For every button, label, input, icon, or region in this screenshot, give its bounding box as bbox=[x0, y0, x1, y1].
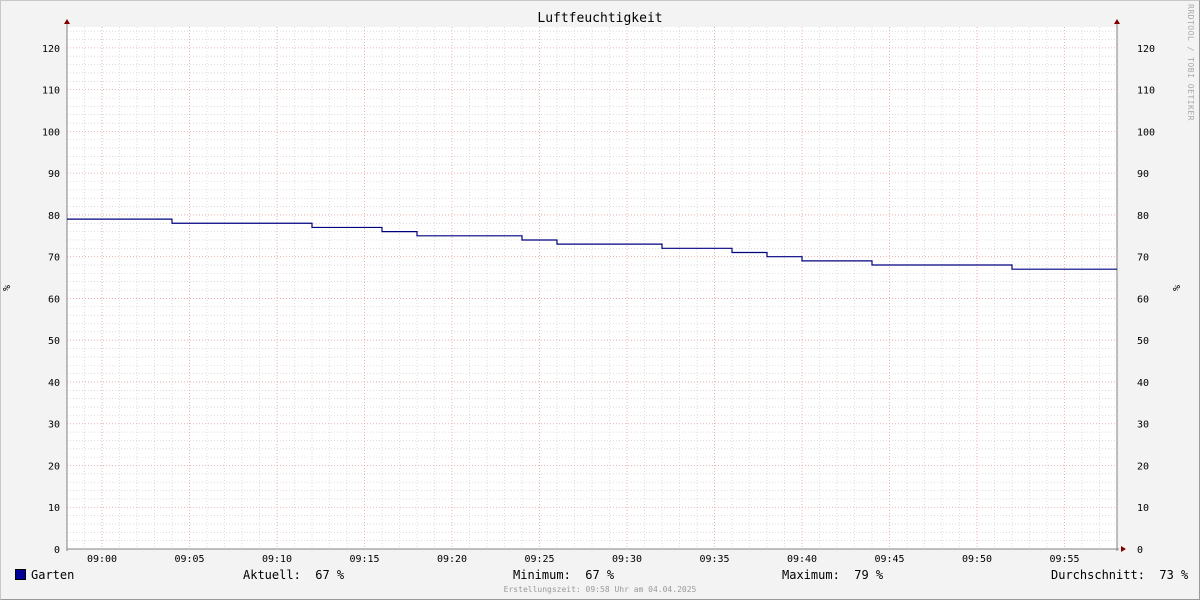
legend-min-label: Minimum: bbox=[513, 568, 571, 582]
x-tick-label: 09:45 bbox=[874, 554, 904, 565]
legend-avg-label: Durchschnitt: bbox=[1051, 568, 1145, 582]
y-tick-label-right: 90 bbox=[1137, 169, 1149, 180]
y-tick-label-left: 110 bbox=[42, 86, 60, 97]
y-tick-label-left: 40 bbox=[48, 378, 60, 389]
legend-max-label: Maximum: bbox=[782, 568, 840, 582]
x-tick-label: 09:25 bbox=[524, 554, 554, 565]
legend-max-value: 79 % bbox=[854, 568, 884, 582]
legend-series: Garten bbox=[15, 568, 74, 582]
y-tick-label-left: 120 bbox=[42, 44, 60, 55]
y-tick-label-left: 50 bbox=[48, 336, 60, 347]
y-axis-left-arrow bbox=[64, 19, 70, 24]
legend-avg-value: 73 % bbox=[1159, 568, 1189, 582]
x-tick-label: 09:15 bbox=[349, 554, 379, 565]
legend-swatch bbox=[15, 569, 26, 580]
legend-current-value: 67 % bbox=[315, 568, 345, 582]
y-tick-label-left: 0 bbox=[54, 545, 60, 556]
y-tick-label-right: 100 bbox=[1137, 127, 1155, 138]
x-axis-arrow bbox=[1121, 546, 1126, 552]
y-tick-label-left: 70 bbox=[48, 253, 60, 264]
y-tick-label-right: 120 bbox=[1137, 44, 1155, 55]
y-tick-label-right: 110 bbox=[1137, 86, 1155, 97]
x-tick-label: 09:50 bbox=[962, 554, 992, 565]
x-tick-label: 09:40 bbox=[787, 554, 817, 565]
y-tick-label-left: 30 bbox=[48, 420, 60, 431]
y-tick-label-right: 40 bbox=[1137, 378, 1149, 389]
y-tick-label-right: 80 bbox=[1137, 211, 1149, 222]
y-tick-label-left: 80 bbox=[48, 211, 60, 222]
legend-current: Aktuell: 67 % bbox=[243, 568, 344, 582]
y-tick-label-right: 30 bbox=[1137, 420, 1149, 431]
chart-svg: 0 0 10 10 20 20 30 30 40 40 50 50 60 60 70 70 80 80 90 90 10… bbox=[2, 19, 1183, 565]
y-tick-label-left: 90 bbox=[48, 169, 60, 180]
x-tick-label: 09:20 bbox=[437, 554, 467, 565]
y-tick-label-right: 50 bbox=[1137, 336, 1149, 347]
y-axis-right-arrow bbox=[1114, 19, 1120, 24]
y-axis-label-right: % bbox=[1172, 285, 1183, 291]
x-tick-label: 09:10 bbox=[262, 554, 292, 565]
y-tick-label-right: 10 bbox=[1137, 503, 1149, 514]
y-tick-label-left: 20 bbox=[48, 461, 60, 472]
y-tick-label-right: 70 bbox=[1137, 253, 1149, 264]
creation-time: Erstellungszeit: 09:58 Uhr am 04.04.2025 bbox=[503, 585, 697, 594]
legend-minimum: Minimum: 67 % bbox=[513, 568, 614, 582]
x-tick-label: 09:00 bbox=[87, 554, 117, 565]
legend-current-label: Aktuell: bbox=[243, 568, 301, 582]
y-tick-label-left: 10 bbox=[48, 503, 60, 514]
x-tick-label: 09:55 bbox=[1049, 554, 1079, 565]
legend-maximum: Maximum: 79 % bbox=[782, 568, 883, 582]
x-tick-label: 09:05 bbox=[174, 554, 204, 565]
x-tick-label: 09:35 bbox=[699, 554, 729, 565]
x-tick-label: 09:30 bbox=[612, 554, 642, 565]
y-tick-label-right: 60 bbox=[1137, 294, 1149, 305]
legend-average: Durchschnitt: 73 % bbox=[1051, 568, 1188, 582]
legend-series-name: Garten bbox=[31, 568, 75, 582]
legend-min-value: 67 % bbox=[585, 568, 615, 582]
y-tick-label-right: 0 bbox=[1137, 545, 1143, 556]
y-tick-label-left: 100 bbox=[42, 127, 60, 138]
y-tick-label-left: 60 bbox=[48, 294, 60, 305]
legend-row: Garten Aktuell: 67 % Minimum: 67 % Maxim… bbox=[0, 568, 1200, 584]
y-axis-label-left: % bbox=[2, 285, 13, 291]
y-tick-label-right: 20 bbox=[1137, 461, 1149, 472]
